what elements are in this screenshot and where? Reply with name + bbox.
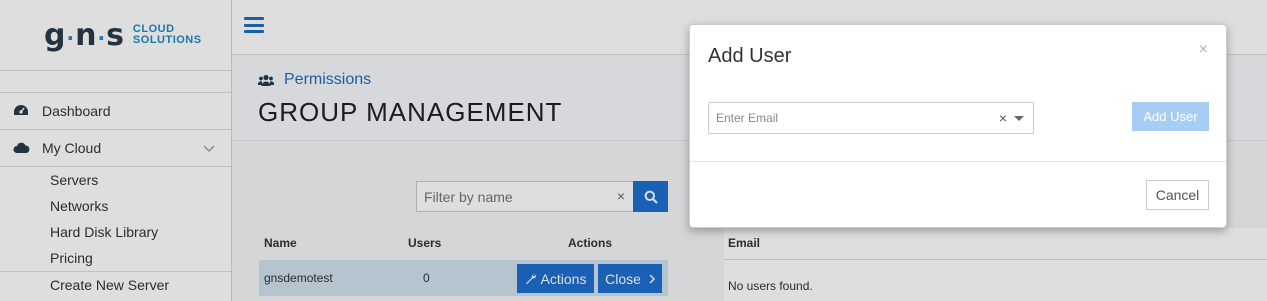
clear-icon[interactable]: ×	[999, 110, 1007, 126]
close-icon[interactable]: ×	[1199, 41, 1208, 59]
caret-down-icon[interactable]	[1014, 116, 1024, 121]
email-select[interactable]: Enter Email ×	[708, 102, 1034, 134]
email-placeholder: Enter Email	[716, 111, 779, 125]
cancel-button[interactable]: Cancel	[1146, 180, 1209, 210]
modal-title: Add User	[708, 45, 792, 67]
modal-divider	[690, 161, 1226, 162]
add-user-modal: Add User × Enter Email × Add User Cancel	[689, 24, 1227, 228]
add-user-button[interactable]: Add User	[1132, 102, 1209, 131]
